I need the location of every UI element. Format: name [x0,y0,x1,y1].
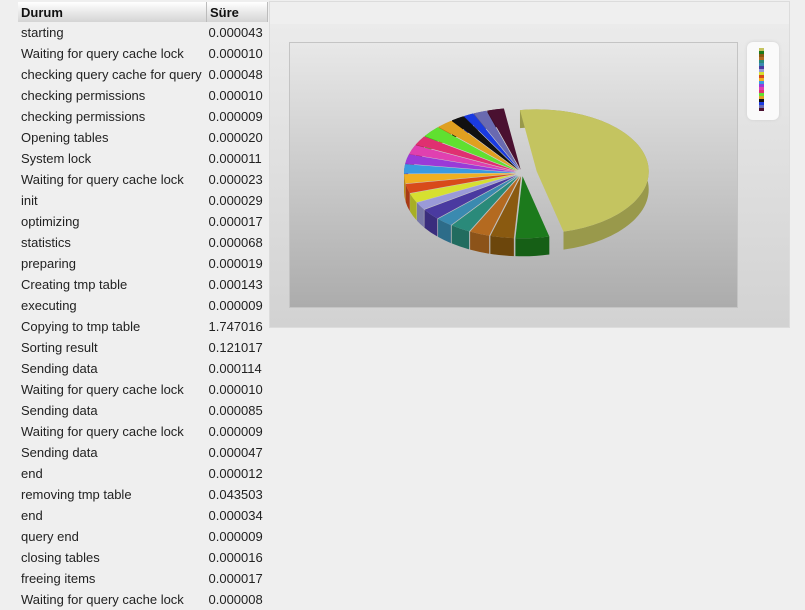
table-row: query end 0.000009 [18,526,268,547]
pie-chart [404,108,649,257]
table-row: Waiting for query cache lock 0.000023 [18,169,268,190]
column-header-duration[interactable]: Süre [206,2,268,22]
state-cell: Waiting for query cache lock [21,172,184,187]
table-row: closing tables 0.000016 [18,547,268,568]
table-row: Sending data 0.000047 [18,442,268,463]
duration-cell: 0.000009 [208,109,263,124]
duration-cell: 0.000009 [208,298,263,313]
state-cell: Creating tmp table [21,277,128,292]
duration-cell: 0.000048 [208,67,263,82]
duration-cell: 0.000034 [208,508,263,523]
chart-panel [269,1,790,328]
table-row: checking query cache for query 0.000048 [18,64,268,85]
pie-slice-side [515,236,550,257]
state-cell: checking permissions [21,88,146,103]
duration-cell: 0.000020 [208,130,263,145]
table-row: Sorting result 0.121017 [18,337,268,358]
duration-cell: 0.000010 [208,46,263,61]
table-row: freeing items 0.000017 [18,568,268,589]
table-row: end 0.000034 [18,505,268,526]
duration-cell: 0.000012 [208,466,263,481]
state-cell: Sending data [21,445,98,460]
duration-cell: 0.000009 [208,529,263,544]
legend-swatch[interactable] [759,108,764,111]
legend-swatches [759,48,764,111]
state-cell: Sending data [21,403,98,418]
table-row: Waiting for query cache lock 0.000010 [18,43,268,64]
table-row: init 0.000029 [18,190,268,211]
table-row: Waiting for query cache lock 0.000008 [18,589,268,610]
duration-cell: 0.000043 [208,25,263,40]
duration-cell: 0.000009 [208,424,263,439]
table-row: Opening tables 0.000020 [18,127,268,148]
duration-cell: 0.000068 [208,235,263,250]
state-cell: Opening tables [21,130,109,145]
state-cell: Copying to tmp table [21,319,141,334]
chart-legend [747,42,779,120]
table-row: preparing 0.000019 [18,253,268,274]
duration-cell: 0.000008 [208,592,263,607]
pie-chart-area [289,42,738,308]
duration-cell: 0.000010 [208,88,263,103]
duration-cell: 0.000114 [208,361,262,376]
duration-cell: 0.000017 [208,214,263,229]
pie-slice-side [490,235,514,257]
table-row: statistics 0.000068 [18,232,268,253]
duration-cell: 1.747016 [208,319,263,334]
duration-cell: 0.121017 [208,340,263,355]
table-row: checking permissions 0.000009 [18,106,268,127]
duration-cell: 0.000010 [208,382,263,397]
table-row: executing 0.000009 [18,295,268,316]
state-cell: executing [21,298,77,313]
table-header-row: Durum Süre [18,2,268,22]
table-row: Sending data 0.000085 [18,400,268,421]
table-row: Waiting for query cache lock 0.000009 [18,421,268,442]
state-cell: removing tmp table [21,487,132,502]
state-cell: init [21,193,38,208]
duration-cell: 0.000047 [208,445,263,460]
state-cell: Waiting for query cache lock [21,424,184,439]
state-cell: statistics [21,235,71,250]
profiling-table: Durum Süre starting 0.000043 Waiting for q… [18,2,268,610]
state-cell: checking permissions [21,109,146,124]
table-row: Creating tmp table 0.000143 [18,274,268,295]
table-row: Sending data 0.000114 [18,358,268,379]
state-cell: System lock [21,151,92,166]
state-cell: preparing [21,256,76,271]
table-row: end 0.000012 [18,463,268,484]
state-cell: query end [21,529,79,544]
state-cell: checking query cache for query [21,67,202,82]
duration-cell: 0.000023 [208,172,263,187]
duration-cell: 0.000017 [208,571,263,586]
state-cell: Waiting for query cache lock [21,46,184,61]
duration-cell: 0.000143 [208,277,263,292]
table-row: removing tmp table 0.043503 [18,484,268,505]
state-cell: Waiting for query cache lock [21,382,184,397]
state-cell: Sending data [21,361,98,376]
duration-cell: 0.000019 [208,256,263,271]
state-cell: end [21,508,43,523]
table-row: optimizing 0.000017 [18,211,268,232]
state-cell: optimizing [21,214,80,229]
state-cell: closing tables [21,550,100,565]
table-row: Waiting for query cache lock 0.000010 [18,379,268,400]
state-cell: end [21,466,43,481]
duration-cell: 0.000085 [208,403,263,418]
table-row: System lock 0.000011 [18,148,268,169]
state-cell: Sorting result [21,340,98,355]
duration-cell: 0.043503 [208,487,263,502]
state-cell: Waiting for query cache lock [21,592,184,607]
column-header-state[interactable]: Durum [18,2,207,22]
table-row: checking permissions 0.000010 [18,85,268,106]
duration-cell: 0.000029 [208,193,263,208]
duration-cell: 0.000011 [208,151,262,166]
state-cell: starting [21,25,64,40]
state-cell: freeing items [21,571,96,586]
table-row: starting 0.000043 [18,22,268,43]
table-row: Copying to tmp table 1.747016 [18,316,268,337]
duration-cell: 0.000016 [208,550,263,565]
